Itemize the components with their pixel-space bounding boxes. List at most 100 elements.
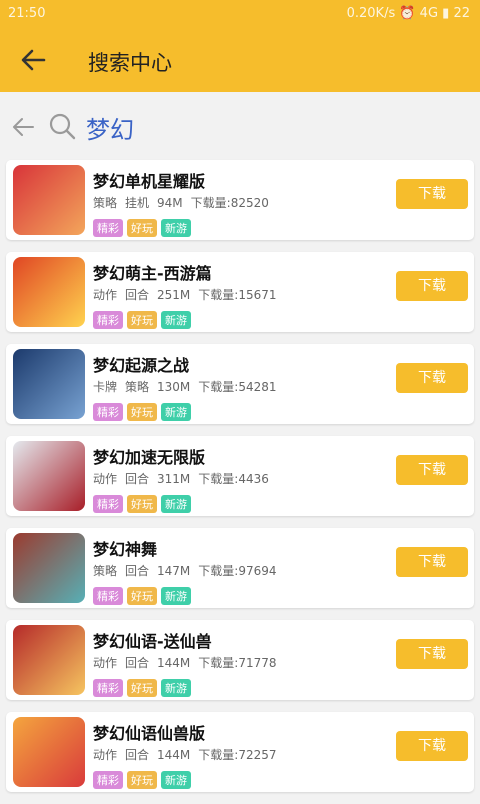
- search-back-icon[interactable]: [10, 114, 36, 140]
- game-icon: [13, 257, 85, 327]
- game-name: 梦幻加速无限版: [93, 448, 206, 467]
- tag: 好玩: [127, 587, 157, 605]
- tag-group: 精彩 好玩 新游: [93, 493, 195, 513]
- game-size: 144M: [157, 656, 191, 670]
- game-size: 311M: [157, 472, 191, 486]
- list-item[interactable]: 梦幻萌主-西游篇 动作 回合 251M 下载量:15671 精彩 好玩 新游 下载: [6, 252, 474, 332]
- tag-group: 精彩 好玩 新游: [93, 217, 195, 237]
- game-name: 梦幻仙语仙兽版: [93, 724, 206, 743]
- tag: 好玩: [127, 771, 157, 789]
- list-item[interactable]: 梦幻仙语仙兽版 动作 回合 144M 下载量:72257 精彩 好玩 新游 下载: [6, 712, 474, 792]
- download-button[interactable]: 下载: [396, 639, 468, 669]
- game-type-1: 动作: [93, 656, 118, 670]
- tag-group: 精彩 好玩 新游: [93, 585, 195, 605]
- list-item[interactable]: 梦幻神舞 策略 回合 147M 下载量:97694 精彩 好玩 新游 下载: [6, 528, 474, 608]
- tag: 精彩: [93, 587, 123, 605]
- game-name: 梦幻仙语-送仙兽: [93, 632, 212, 651]
- game-meta: 动作 回合 144M 下载量:72257: [93, 746, 285, 763]
- game-name: 梦幻神舞: [93, 540, 158, 559]
- game-type-2: 回合: [125, 288, 150, 302]
- list-item[interactable]: 梦幻加速无限版 动作 回合 311M 下载量:4436 精彩 好玩 新游 下载: [6, 436, 474, 516]
- search-bar: 梦幻: [0, 92, 480, 160]
- tag: 好玩: [127, 311, 157, 329]
- game-type-2: 回合: [125, 656, 150, 670]
- tag: 好玩: [127, 679, 157, 697]
- status-time: 21:50: [8, 6, 46, 21]
- list-item[interactable]: 梦幻起源之战 卡牌 策略 130M 下载量:54281 精彩 好玩 新游 下载: [6, 344, 474, 424]
- tag: 新游: [161, 219, 191, 237]
- game-meta: 动作 回合 311M 下载量:4436: [93, 470, 277, 487]
- game-size: 144M: [157, 748, 191, 762]
- game-type-1: 动作: [93, 288, 118, 302]
- tag-group: 精彩 好玩 新游: [93, 309, 195, 329]
- tag: 精彩: [93, 403, 123, 421]
- download-button[interactable]: 下载: [396, 731, 468, 761]
- status-bar: 21:50 0.20K/s ⏰ 4G ▮ 22: [0, 0, 480, 28]
- tag: 好玩: [127, 495, 157, 513]
- tag-group: 精彩 好玩 新游: [93, 401, 195, 421]
- back-arrow-icon[interactable]: [18, 46, 50, 74]
- tag: 精彩: [93, 311, 123, 329]
- game-icon: [13, 717, 85, 787]
- tag: 精彩: [93, 219, 123, 237]
- game-meta: 动作 回合 251M 下载量:15671: [93, 286, 285, 303]
- result-list: 梦幻单机星耀版 策略 挂机 94M 下载量:82520 精彩 好玩 新游 下载 梦幻萌主-…: [6, 160, 474, 804]
- tag: 新游: [161, 679, 191, 697]
- game-type-2: 回合: [125, 472, 150, 486]
- game-name: 梦幻单机星耀版: [93, 172, 206, 191]
- game-size: 147M: [157, 564, 191, 578]
- game-downloads: 下载量:15671: [198, 288, 277, 302]
- game-meta: 卡牌 策略 130M 下载量:54281: [93, 378, 285, 395]
- game-name: 梦幻萌主-西游篇: [93, 264, 212, 283]
- search-icon[interactable]: [48, 112, 76, 140]
- game-downloads: 下载量:4436: [198, 472, 269, 486]
- game-type-2: 回合: [125, 748, 150, 762]
- game-type-1: 动作: [93, 748, 118, 762]
- game-icon: [13, 349, 85, 419]
- game-downloads: 下载量:54281: [198, 380, 277, 394]
- game-type-2: 策略: [125, 380, 150, 394]
- list-item[interactable]: 梦幻仙语-送仙兽 动作 回合 144M 下载量:71778 精彩 好玩 新游 下载: [6, 620, 474, 700]
- game-downloads: 下载量:72257: [198, 748, 277, 762]
- game-downloads: 下载量:97694: [198, 564, 277, 578]
- game-meta: 策略 挂机 94M 下载量:82520: [93, 194, 277, 211]
- game-size: 251M: [157, 288, 191, 302]
- tag: 新游: [161, 587, 191, 605]
- game-type-1: 卡牌: [93, 380, 118, 394]
- game-downloads: 下载量:71778: [198, 656, 277, 670]
- download-button[interactable]: 下载: [396, 547, 468, 577]
- game-type-1: 策略: [93, 564, 118, 578]
- tag: 精彩: [93, 771, 123, 789]
- download-button[interactable]: 下载: [396, 455, 468, 485]
- download-button[interactable]: 下载: [396, 179, 468, 209]
- tag: 新游: [161, 771, 191, 789]
- tag: 好玩: [127, 403, 157, 421]
- game-icon: [13, 533, 85, 603]
- download-button[interactable]: 下载: [396, 271, 468, 301]
- game-type-1: 动作: [93, 472, 118, 486]
- tag: 精彩: [93, 679, 123, 697]
- tag: 新游: [161, 403, 191, 421]
- tag: 精彩: [93, 495, 123, 513]
- status-indicators: 0.20K/s ⏰ 4G ▮ 22: [346, 6, 470, 21]
- app-bar: 搜索中心: [0, 28, 480, 92]
- game-type-2: 回合: [125, 564, 150, 578]
- game-meta: 动作 回合 144M 下载量:71778: [93, 654, 285, 671]
- list-item[interactable]: 梦幻单机星耀版 策略 挂机 94M 下载量:82520 精彩 好玩 新游 下载: [6, 160, 474, 240]
- search-query[interactable]: 梦幻: [86, 110, 134, 145]
- tag-group: 精彩 好玩 新游: [93, 677, 195, 697]
- game-icon: [13, 441, 85, 511]
- game-downloads: 下载量:82520: [190, 196, 269, 210]
- download-button[interactable]: 下载: [396, 363, 468, 393]
- game-type-2: 挂机: [125, 196, 150, 210]
- game-meta: 策略 回合 147M 下载量:97694: [93, 562, 285, 579]
- tag-group: 精彩 好玩 新游: [93, 769, 195, 789]
- page-title: 搜索中心: [88, 51, 172, 75]
- tag: 新游: [161, 495, 191, 513]
- game-size: 130M: [157, 380, 191, 394]
- game-icon: [13, 625, 85, 695]
- tag: 新游: [161, 311, 191, 329]
- tag: 好玩: [127, 219, 157, 237]
- game-name: 梦幻起源之战: [93, 356, 190, 375]
- game-type-1: 策略: [93, 196, 118, 210]
